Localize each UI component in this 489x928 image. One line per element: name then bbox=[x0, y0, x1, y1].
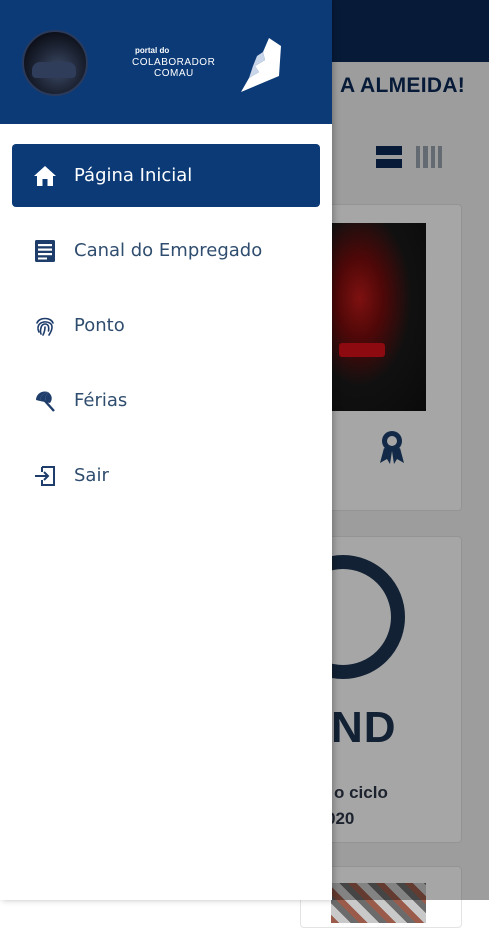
drawer-header: portal do COLABORADOR COMAU bbox=[0, 0, 332, 124]
menu-item-label: Sair bbox=[74, 465, 109, 486]
exit-icon bbox=[32, 463, 58, 489]
menu-item-canal-do-empregado[interactable]: Canal do Empregado bbox=[12, 219, 320, 282]
fingerprint-icon bbox=[32, 313, 58, 339]
menu-item-ferias[interactable]: Férias bbox=[12, 369, 320, 432]
menu-item-label: Página Inicial bbox=[74, 165, 193, 186]
beach-umbrella-icon bbox=[32, 388, 58, 414]
menu-item-label: Ponto bbox=[74, 315, 125, 336]
logo-line3: COMAU bbox=[154, 68, 194, 79]
menu-item-pagina-inicial[interactable]: Página Inicial bbox=[12, 144, 320, 207]
avatar[interactable] bbox=[22, 30, 88, 96]
navigation-drawer: portal do COLABORADOR COMAU Página Inici… bbox=[0, 0, 332, 900]
logo-line1: portal do bbox=[135, 46, 170, 55]
drawer-menu: Página Inicial Canal do Empregado Ponto … bbox=[0, 144, 332, 519]
menu-item-ponto[interactable]: Ponto bbox=[12, 294, 320, 357]
document-icon bbox=[32, 238, 58, 264]
home-icon bbox=[32, 163, 58, 189]
menu-item-label: Férias bbox=[74, 390, 128, 411]
comau-logo-icon bbox=[241, 38, 281, 92]
menu-item-sair[interactable]: Sair bbox=[12, 444, 320, 507]
logo-line2: COLABORADOR bbox=[132, 57, 216, 68]
menu-item-label: Canal do Empregado bbox=[74, 240, 263, 261]
